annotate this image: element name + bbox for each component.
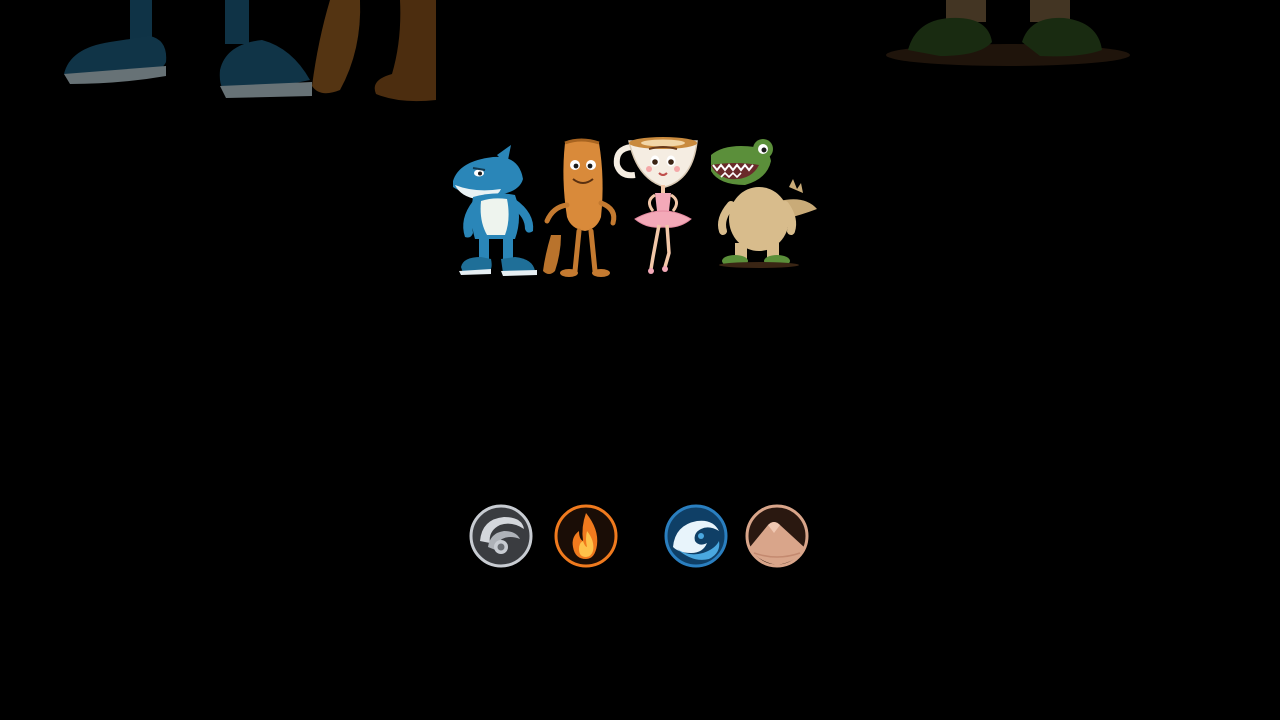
game-screen xyxy=(0,0,1280,720)
water-element-icon[interactable] xyxy=(663,503,729,569)
background-blur-right xyxy=(880,0,1140,80)
character-lineup xyxy=(445,135,825,285)
paddle-character-icon[interactable] xyxy=(541,135,623,285)
cappuccino-ballerina-icon[interactable] xyxy=(613,135,703,285)
crocodile-character-icon[interactable] xyxy=(705,135,821,285)
earth-element-icon[interactable] xyxy=(744,503,810,569)
fire-element-icon[interactable] xyxy=(553,503,619,569)
element-selector xyxy=(465,500,815,576)
shark-character-icon[interactable] xyxy=(445,135,545,285)
air-element-icon[interactable] xyxy=(468,503,534,569)
background-blur-left xyxy=(0,0,440,110)
